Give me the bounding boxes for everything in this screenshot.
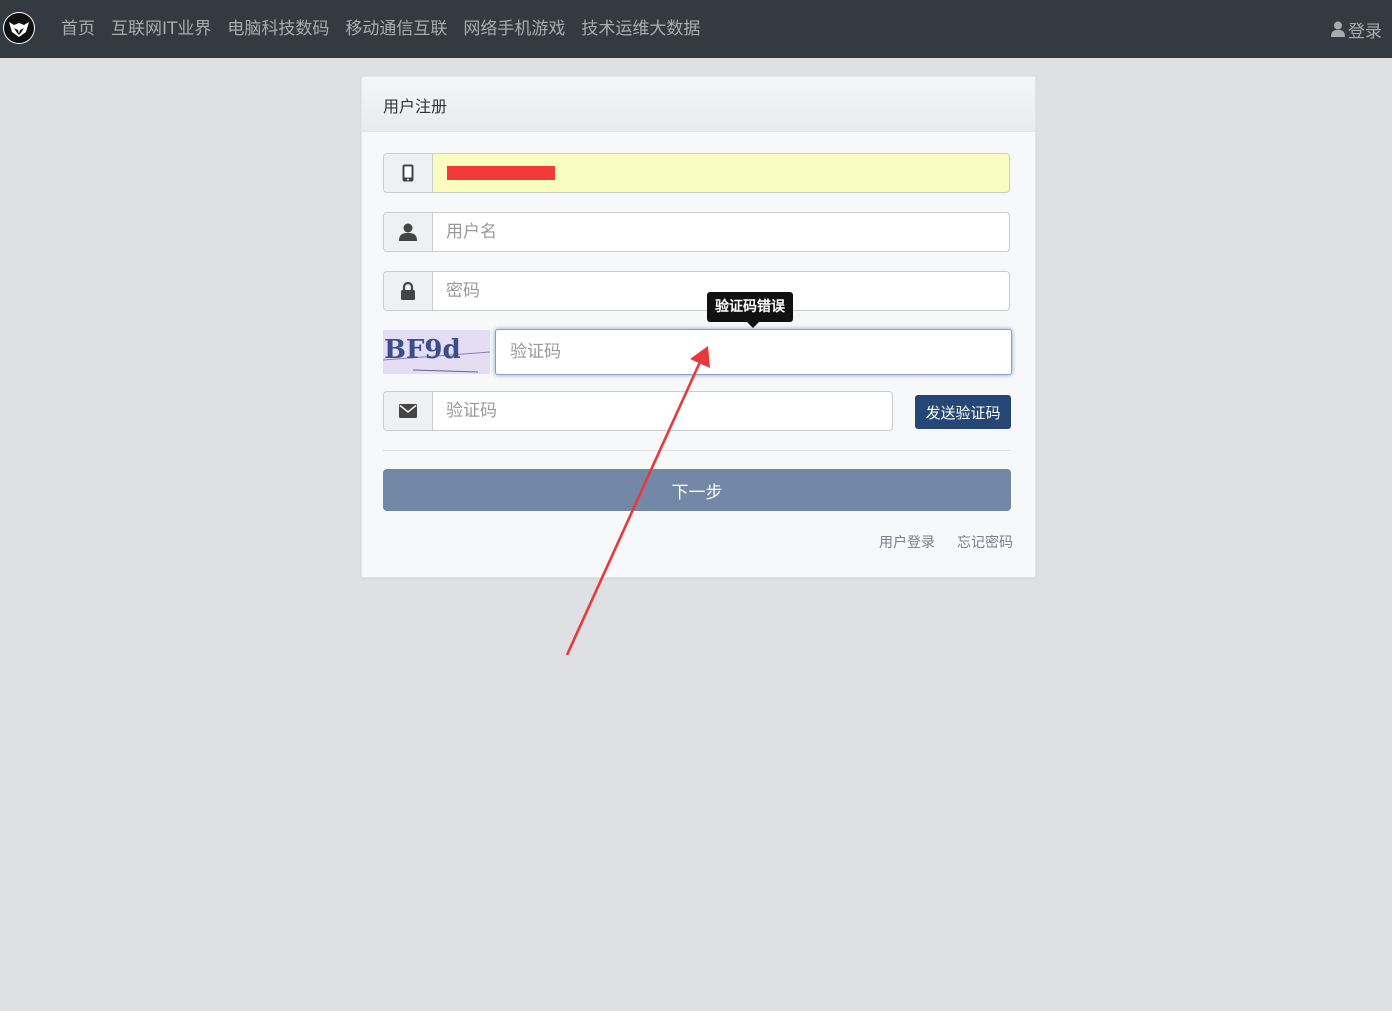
captcha-input[interactable] [495,329,1012,375]
panel-links: 用户登录 忘记密码 [857,532,1013,552]
form-divider [383,450,1011,451]
lock-icon [401,282,415,300]
nav-item-mobile-comm[interactable]: 移动通信互联 [337,0,455,58]
mobile-phone-icon [402,164,414,182]
envelope-icon [399,404,417,418]
panel-title: 用户注册 [383,97,448,116]
password-addon [384,272,433,310]
username-addon [384,213,433,251]
nav-item-computer-tech[interactable]: 电脑科技数码 [219,0,337,58]
nav-item-home[interactable]: 首页 [53,0,103,58]
password-input-group [383,271,1010,311]
user-icon [1331,21,1345,37]
next-step-button[interactable]: 下一步 [383,469,1011,511]
top-navbar: 首页 互联网IT业界 电脑科技数码 移动通信互联 网络手机游戏 技术运维大数据 … [0,0,1392,58]
forgot-password-link[interactable]: 忘记密码 [957,532,1013,552]
username-input-group [383,212,1010,252]
sms-code-addon [384,392,433,430]
redacted-phone-number [447,166,555,180]
phone-input-group [383,153,1010,193]
user-login-link[interactable]: 用户登录 [879,532,935,552]
nav-item-ops-bigdata[interactable]: 技术运维大数据 [573,0,708,58]
username-input[interactable] [433,213,1009,251]
sms-code-input-group [383,391,893,431]
user-icon [399,223,417,241]
nav-item-internet-it[interactable]: 互联网IT业界 [103,0,219,58]
panel-header: 用户注册 [362,77,1035,132]
register-panel: 用户注册 用户名 密码 BF9d 验证码 验证码错误 验证码 发送验证码 下一步… [361,76,1036,578]
login-link[interactable]: 登录 [1331,0,1382,58]
captcha-text: BF9d [384,335,461,365]
captcha-image[interactable]: BF9d [383,330,490,374]
send-code-button[interactable]: 发送验证码 [915,395,1011,429]
nav-item-online-games[interactable]: 网络手机游戏 [455,0,573,58]
main-nav: 首页 互联网IT业界 电脑科技数码 移动通信互联 网络手机游戏 技术运维大数据 [53,0,708,58]
captcha-error-tooltip: 验证码错误 [707,292,793,328]
login-label: 登录 [1348,21,1382,42]
site-logo[interactable] [3,12,35,44]
phone-addon [384,154,433,192]
sms-code-input[interactable] [433,392,892,430]
